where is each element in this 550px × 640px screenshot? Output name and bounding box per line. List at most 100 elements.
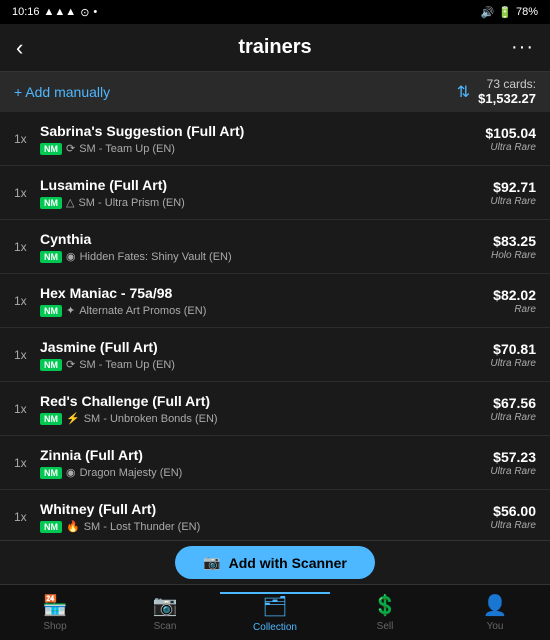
card-info: Lusamine (Full Art) NM △ SM - Ultra Pris… xyxy=(34,176,490,209)
nm-badge: NM xyxy=(40,521,62,533)
status-wifi: ⊙ xyxy=(80,6,89,19)
nav-label-you: You xyxy=(487,621,504,632)
sell-icon: 💲 xyxy=(373,593,398,618)
nm-badge: NM xyxy=(40,251,62,263)
card-info: Jasmine (Full Art) NM ⟳ SM - Team Up (EN… xyxy=(34,338,490,371)
card-rarity: Ultra Rare xyxy=(485,142,536,153)
nm-badge: NM xyxy=(40,305,62,317)
card-set-info: NM ✦ Alternate Art Promos (EN) xyxy=(40,304,493,317)
add-with-scanner-button[interactable]: 📷 Add with Scanner xyxy=(175,546,375,579)
nav-item-you[interactable]: 👤 You xyxy=(440,593,550,632)
card-item[interactable]: 1x Red's Challenge (Full Art) NM ⚡ SM - … xyxy=(0,382,550,436)
nav-item-shop[interactable]: 🏪 Shop xyxy=(0,593,110,632)
card-rarity: Ultra Rare xyxy=(490,520,536,531)
card-info: Red's Challenge (Full Art) NM ⚡ SM - Unb… xyxy=(34,392,490,425)
nav-item-sell[interactable]: 💲 Sell xyxy=(330,593,440,632)
card-rarity: Holo Rare xyxy=(491,250,536,261)
set-symbol-icon: ⟳ xyxy=(66,142,75,155)
set-symbol-icon: ◉ xyxy=(66,466,76,479)
card-set-info: NM ⚡ SM - Unbroken Bonds (EN) xyxy=(40,412,490,425)
card-price-area: $105.04 Ultra Rare xyxy=(485,124,536,153)
card-price: $92.71 xyxy=(490,178,536,196)
card-quantity: 1x xyxy=(14,186,34,200)
card-item[interactable]: 1x Zinnia (Full Art) NM ◉ Dragon Majesty… xyxy=(0,436,550,490)
status-right: 🔊 🔋 78% xyxy=(481,6,538,19)
status-signal: ▲▲▲ xyxy=(44,6,77,18)
sort-icon[interactable]: ⇅ xyxy=(457,82,470,102)
card-price: $82.02 xyxy=(493,286,536,304)
toolbar-right: ⇅ 73 cards: $1,532.27 xyxy=(457,77,536,107)
card-price-area: $92.71 Ultra Rare xyxy=(490,178,536,207)
nm-badge: NM xyxy=(40,143,62,155)
status-bar: 10:16 ▲▲▲ ⊙ • 🔊 🔋 78% xyxy=(0,0,550,24)
nm-badge: NM xyxy=(40,359,62,371)
card-price: $56.00 xyxy=(490,502,536,520)
nav-item-scan[interactable]: 📷 Scan xyxy=(110,593,220,632)
card-info: Hex Maniac - 75a/98 NM ✦ Alternate Art P… xyxy=(34,284,493,317)
card-rarity: Ultra Rare xyxy=(490,466,536,477)
nm-badge: NM xyxy=(40,413,62,425)
card-price-area: $57.23 Ultra Rare xyxy=(490,448,536,477)
set-symbol-icon: △ xyxy=(66,196,74,209)
card-quantity: 1x xyxy=(14,348,34,362)
card-item[interactable]: 1x Sabrina's Suggestion (Full Art) NM ⟳ … xyxy=(0,112,550,166)
nav-label-scan: Scan xyxy=(154,621,177,632)
battery-level: 78% xyxy=(516,6,538,18)
toolbar: + Add manually ⇅ 73 cards: $1,532.27 xyxy=(0,72,550,112)
scan-icon: 📷 xyxy=(153,593,178,618)
card-set-info: NM 🔥 SM - Lost Thunder (EN) xyxy=(40,520,490,533)
card-count: 73 cards: $1,532.27 xyxy=(478,77,536,107)
set-text: SM - Ultra Prism (EN) xyxy=(78,197,184,209)
nav-label-collection: Collection xyxy=(253,622,297,633)
nm-badge: NM xyxy=(40,467,62,479)
card-item[interactable]: 1x Jasmine (Full Art) NM ⟳ SM - Team Up … xyxy=(0,328,550,382)
card-name: Zinnia (Full Art) xyxy=(40,446,490,464)
cards-total-value: $1,532.27 xyxy=(478,91,536,107)
card-set-info: NM ⟳ SM - Team Up (EN) xyxy=(40,142,485,155)
set-symbol-icon: ✦ xyxy=(66,304,75,317)
set-text: SM - Team Up (EN) xyxy=(79,143,175,155)
card-price: $83.25 xyxy=(491,232,536,250)
card-set-info: NM ⟳ SM - Team Up (EN) xyxy=(40,358,490,371)
shop-icon: 🏪 xyxy=(43,593,68,618)
set-symbol-icon: 🔥 xyxy=(66,520,80,533)
battery-icon: 🔋 xyxy=(498,6,512,19)
card-item[interactable]: 1x Cynthia NM ◉ Hidden Fates: Shiny Vaul… xyxy=(0,220,550,274)
card-set-info: NM ◉ Hidden Fates: Shiny Vault (EN) xyxy=(40,250,491,263)
set-text: SM - Unbroken Bonds (EN) xyxy=(84,413,218,425)
set-symbol-icon: ⚡ xyxy=(66,412,80,425)
card-quantity: 1x xyxy=(14,456,34,470)
nav-item-collection[interactable]: 🗂 Collection xyxy=(220,592,330,633)
card-name: Red's Challenge (Full Art) xyxy=(40,392,490,410)
card-name: Whitney (Full Art) xyxy=(40,500,490,518)
nav-label-shop: Shop xyxy=(43,621,66,632)
card-item[interactable]: 1x Lusamine (Full Art) NM △ SM - Ultra P… xyxy=(0,166,550,220)
back-button[interactable]: ‹ xyxy=(16,35,44,61)
card-price: $105.04 xyxy=(485,124,536,142)
bluetooth-icon: 🔊 xyxy=(481,6,495,19)
card-set-info: NM ◉ Dragon Majesty (EN) xyxy=(40,466,490,479)
card-name: Jasmine (Full Art) xyxy=(40,338,490,356)
card-quantity: 1x xyxy=(14,132,34,146)
card-quantity: 1x xyxy=(14,294,34,308)
card-name: Sabrina's Suggestion (Full Art) xyxy=(40,122,485,140)
you-icon: 👤 xyxy=(483,593,508,618)
set-text: Hidden Fates: Shiny Vault (EN) xyxy=(80,251,232,263)
status-left: 10:16 ▲▲▲ ⊙ • xyxy=(12,6,97,19)
add-manually-button[interactable]: + Add manually xyxy=(14,84,110,100)
card-info: Whitney (Full Art) NM 🔥 SM - Lost Thunde… xyxy=(34,500,490,533)
card-list: 1x Sabrina's Suggestion (Full Art) NM ⟳ … xyxy=(0,112,550,540)
more-button[interactable]: ··· xyxy=(506,36,534,59)
card-price-area: $67.56 Ultra Rare xyxy=(490,394,536,423)
card-quantity: 1x xyxy=(14,510,34,524)
status-dot: • xyxy=(93,6,97,18)
card-price-area: $56.00 Ultra Rare xyxy=(490,502,536,531)
bottom-nav: 🏪 Shop 📷 Scan 🗂 Collection 💲 Sell 👤 You xyxy=(0,584,550,640)
page-title: trainers xyxy=(44,36,506,59)
card-item[interactable]: 1x Whitney (Full Art) NM 🔥 SM - Lost Thu… xyxy=(0,490,550,540)
set-text: Alternate Art Promos (EN) xyxy=(79,305,206,317)
set-text: Dragon Majesty (EN) xyxy=(80,467,183,479)
card-price: $70.81 xyxy=(490,340,536,358)
set-symbol-icon: ⟳ xyxy=(66,358,75,371)
card-item[interactable]: 1x Hex Maniac - 75a/98 NM ✦ Alternate Ar… xyxy=(0,274,550,328)
